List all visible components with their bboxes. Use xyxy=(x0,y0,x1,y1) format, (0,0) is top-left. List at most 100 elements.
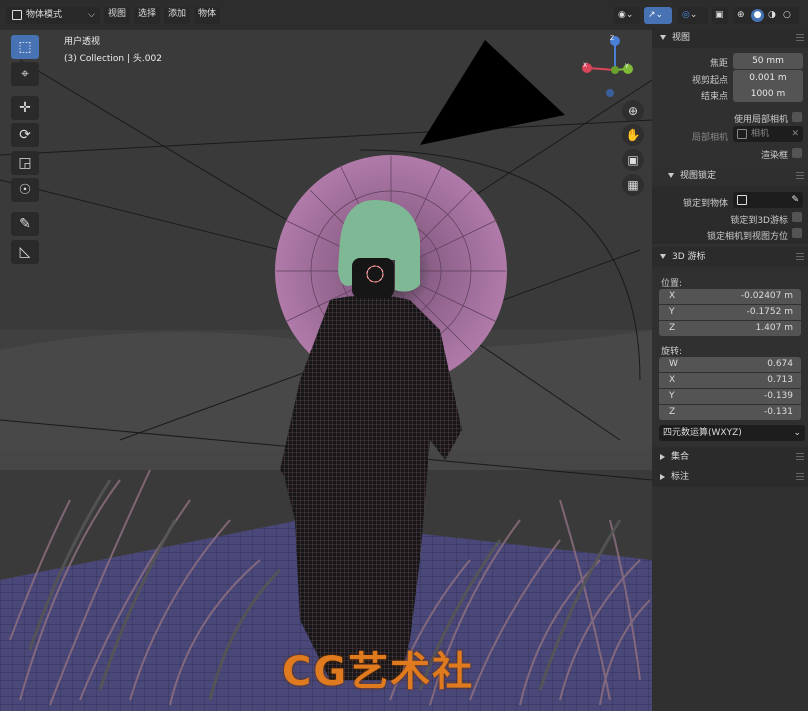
3d-viewport[interactable]: 用户透视 (3) Collection | 头.002 Z X Y ⊕ ✋ ▣ … xyxy=(0,0,652,711)
gizmo-y-label: Y xyxy=(625,63,629,70)
local-camera-field[interactable]: 相机 ✕ xyxy=(733,126,803,142)
drag-grip-icon[interactable] xyxy=(796,453,804,461)
drag-grip-icon[interactable] xyxy=(796,172,804,180)
lock-camera-checkbox[interactable] xyxy=(792,228,802,238)
axis-value: -0.02407 m xyxy=(740,291,793,301)
overlay-toggle[interactable]: ◎⌄ xyxy=(678,7,708,24)
chevron-down-icon xyxy=(660,254,666,259)
rotate-icon[interactable]: ⟳ xyxy=(11,123,39,147)
gizmo-icon: ↗⌄ xyxy=(648,10,664,20)
axis-label: W xyxy=(669,359,678,369)
camera-view-icon[interactable]: ▣ xyxy=(622,149,644,171)
lock-cursor-checkbox[interactable] xyxy=(792,212,802,222)
section-view-header[interactable]: 视图 xyxy=(652,28,808,48)
section-view-lock-header[interactable]: 视图锁定 xyxy=(652,166,808,186)
drag-grip-icon[interactable] xyxy=(796,473,804,481)
section-title: 标注 xyxy=(671,472,690,482)
gizmo-z-label: Z xyxy=(610,35,615,42)
axis-value: 0.674 xyxy=(767,359,793,369)
location-x-field[interactable]: X -0.02407 m xyxy=(659,289,801,304)
move-icon[interactable]: ✛ xyxy=(11,96,39,120)
mode-label: 物体模式 xyxy=(26,10,63,20)
camera-placeholder: 相机 xyxy=(751,129,770,139)
chevron-down-icon: ⌄ xyxy=(793,428,801,438)
annotate-icon[interactable]: ✎ xyxy=(11,212,39,236)
render-region-checkbox[interactable] xyxy=(792,148,802,158)
menu-select[interactable]: 选择 xyxy=(134,7,160,24)
rotation-z-field[interactable]: Z -0.131 xyxy=(659,405,801,420)
clear-x-icon[interactable]: ✕ xyxy=(791,126,799,142)
chevron-right-icon xyxy=(660,453,665,460)
scale-icon[interactable]: ◲ xyxy=(11,151,39,175)
transform-icon[interactable]: ☉ xyxy=(11,178,39,202)
xray-toggle[interactable]: ▣ xyxy=(712,7,728,24)
lock-object-field[interactable]: ✎ xyxy=(733,192,803,208)
overlay-icon: ◎ xyxy=(682,10,690,20)
lock-camera-label: 锁定相机到视图方位 xyxy=(706,232,788,242)
eyedropper-icon[interactable]: ✎ xyxy=(791,192,799,208)
zoom-icon[interactable]: ⊕ xyxy=(622,100,644,122)
local-camera-checkbox[interactable] xyxy=(792,112,802,122)
material-shading-icon[interactable]: ◑ xyxy=(768,7,776,24)
chevron-down-icon: ⌵ xyxy=(88,10,95,20)
location-y-field[interactable]: Y -0.1752 m xyxy=(659,305,801,320)
viewport-header: 物体模式 ⌵ 视图 选择 添加 物体 ◉⌄ ↗⌄ ◎⌄ ▣ ⊕ ● ◑ ○ xyxy=(0,0,808,30)
cursor-icon[interactable]: ⌖ xyxy=(11,62,39,86)
pan-hand-icon[interactable]: ✋ xyxy=(622,124,644,146)
clip-end-label: 结束点 xyxy=(700,92,728,102)
section-collections-header[interactable]: 集合 xyxy=(652,447,808,467)
lock-cursor-label: 锁定到3D游标 xyxy=(730,216,788,226)
axis-label: Y xyxy=(669,307,675,317)
section-title: 集合 xyxy=(671,452,690,462)
visibility-dropdown[interactable]: ◉⌄ xyxy=(614,7,640,24)
shading-selector[interactable]: ⊕ ● ◑ ○ xyxy=(733,7,799,24)
axis-value: 0.713 xyxy=(767,375,793,385)
focal-label: 焦距 xyxy=(709,59,728,69)
section-title: 视图锁定 xyxy=(680,171,717,181)
perspective-grid-icon[interactable]: ▦ xyxy=(622,174,644,196)
camera-object-icon xyxy=(737,128,747,139)
menu-add[interactable]: 添加 xyxy=(164,7,190,24)
solid-shading-icon[interactable]: ● xyxy=(751,9,764,22)
measure-icon[interactable]: ◺ xyxy=(11,240,39,264)
eye-icon: ◉⌄ xyxy=(618,10,634,20)
gizmo-toggle[interactable]: ↗⌄ xyxy=(644,7,672,24)
drag-grip-icon[interactable] xyxy=(796,34,804,42)
rotation-w-field[interactable]: W 0.674 xyxy=(659,357,801,372)
local-camera-field-label: 局部相机 xyxy=(691,133,728,143)
chevron-down-icon xyxy=(668,173,674,178)
object-icon xyxy=(737,194,747,205)
rotation-mode-value: 四元数运算(WXYZ) xyxy=(663,428,742,438)
location-z-field[interactable]: Z 1.407 m xyxy=(659,321,801,336)
chevron-down-icon xyxy=(660,35,666,40)
axis-label: Y xyxy=(669,391,675,401)
axis-label: Z xyxy=(669,407,676,417)
scene-render xyxy=(0,0,652,711)
watermark-logo: CG艺术社 xyxy=(282,649,475,695)
menu-view[interactable]: 视图 xyxy=(104,7,130,24)
wireframe-shading-icon[interactable]: ⊕ xyxy=(737,7,745,24)
clip-end-field[interactable]: 1000 m xyxy=(733,86,803,102)
section-annotations-header[interactable]: 标注 xyxy=(652,467,808,487)
render-region-label: 渲染框 xyxy=(760,151,788,161)
rotation-label: 旋转: xyxy=(661,347,683,357)
clip-start-label: 视剪起点 xyxy=(691,76,728,86)
focal-length-field[interactable]: 50 mm xyxy=(733,53,803,69)
rendered-shading-icon[interactable]: ○ xyxy=(783,7,791,24)
axis-label: X xyxy=(669,291,676,301)
rotation-x-field[interactable]: X 0.713 xyxy=(659,373,801,388)
collection-info: (3) Collection | 头.002 xyxy=(64,54,162,64)
location-label: 位置: xyxy=(661,279,683,289)
clip-start-field[interactable]: 0.001 m xyxy=(733,70,803,86)
rotation-y-field[interactable]: Y -0.139 xyxy=(659,389,801,404)
local-camera-label: 使用局部相机 xyxy=(733,115,788,125)
menu-object[interactable]: 物体 xyxy=(194,7,220,24)
rotation-mode-dropdown[interactable]: 四元数运算(WXYZ) ⌄ xyxy=(659,425,805,441)
section-3d-cursor-header[interactable]: 3D 游标 xyxy=(652,247,808,267)
drag-grip-icon[interactable] xyxy=(796,253,804,261)
axis-value: 1.407 m xyxy=(755,323,793,333)
mode-dropdown[interactable]: 物体模式 ⌵ xyxy=(6,7,100,24)
select-box-icon[interactable]: ⬚ xyxy=(11,35,39,59)
gizmo-x-label: X xyxy=(583,62,588,69)
section-title: 视图 xyxy=(672,33,691,43)
